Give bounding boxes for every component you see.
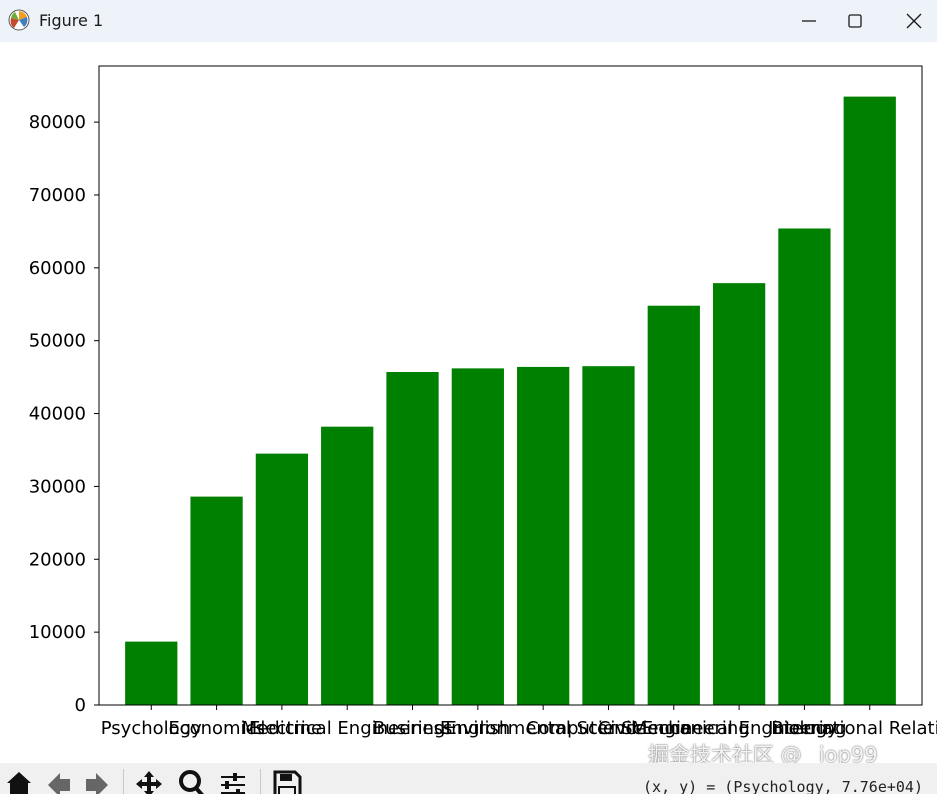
minimize-icon [802, 20, 816, 22]
save-button[interactable] [272, 769, 302, 794]
configure-subplots-button[interactable] [218, 769, 248, 794]
pan-icon [136, 771, 162, 794]
forward-icon [86, 773, 108, 794]
bar-biology [778, 228, 831, 705]
y-tick-label: 80000 [29, 112, 86, 133]
minimize-button[interactable] [786, 0, 832, 42]
maximize-button[interactable] [832, 0, 878, 42]
y-tick-label: 50000 [29, 331, 86, 352]
y-tick-label: 30000 [29, 476, 86, 497]
bar-english [451, 368, 504, 705]
window-titlebar: Figure 1 [0, 0, 937, 42]
close-button[interactable] [891, 0, 937, 42]
bar-mechanical-engineering [712, 283, 766, 705]
y-tick-label: 0 [75, 695, 86, 716]
y-tick-label: 10000 [29, 622, 86, 643]
bar-electrical-engineering [321, 426, 374, 705]
navigation-toolbar: (x, y) = (Psychology, 7.76e+04) [0, 763, 937, 794]
y-tick-label: 70000 [29, 185, 86, 206]
bar-international-relations [843, 96, 896, 705]
bar-chart: 0 10000 20000 30000 40000 50000 60000 70000 8000… [29, 65, 937, 739]
zoom-button[interactable] [176, 769, 206, 794]
y-tick-label: 40000 [29, 404, 86, 425]
configure-subplots-icon [221, 773, 245, 794]
toolbar-separator [123, 769, 124, 794]
pan-button[interactable] [134, 769, 164, 794]
x-tick-label: International Relations [768, 718, 937, 739]
zoom-icon [179, 770, 204, 794]
bar-medicine [255, 453, 309, 705]
bar-business [386, 372, 439, 705]
bar-computer-science [582, 366, 635, 705]
figure-canvas[interactable]: 0 10000 20000 30000 40000 50000 60000 70000 8000… [0, 42, 937, 763]
y-tick-label: 60000 [29, 258, 86, 279]
bar-civil-engineering [647, 305, 700, 705]
toolbar-separator [260, 769, 261, 794]
bar-psychology [125, 641, 178, 705]
save-icon [273, 770, 302, 794]
back-button[interactable] [44, 769, 74, 794]
matplotlib-icon [8, 9, 30, 31]
close-icon [906, 13, 922, 29]
home-icon [7, 772, 31, 794]
forward-button[interactable] [82, 769, 112, 794]
bar-economics [190, 496, 243, 705]
window-title: Figure 1 [39, 11, 104, 30]
cursor-coordinates: (x, y) = (Psychology, 7.76e+04) [643, 778, 923, 794]
y-tick-label: 20000 [29, 549, 86, 570]
bar-environmental-science [517, 366, 570, 705]
maximize-icon [848, 14, 862, 28]
home-button[interactable] [4, 769, 34, 794]
back-icon [48, 773, 70, 794]
